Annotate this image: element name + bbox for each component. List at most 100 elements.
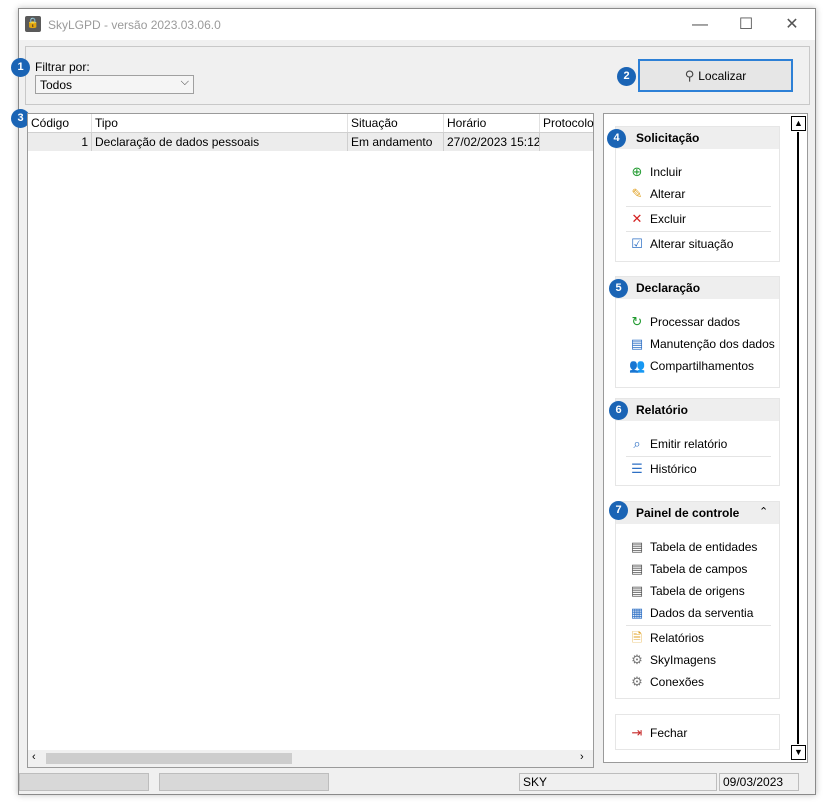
item-label: Tabela de entidades — [650, 540, 758, 554]
status-cell-redacted — [19, 773, 149, 791]
status-user: SKY — [519, 773, 717, 791]
item-label: Conexões — [650, 675, 705, 689]
cell-codigo: 1 — [28, 133, 92, 151]
column-header-horario[interactable]: Horário — [444, 114, 540, 132]
scroll-left-icon[interactable]: ‹ — [32, 751, 36, 763]
column-header-codigo[interactable]: Código — [28, 114, 92, 132]
excluir-item[interactable]: ✕ Excluir — [629, 210, 686, 228]
status-cell-redacted — [159, 773, 329, 791]
pencil-icon: ✎ — [631, 186, 643, 201]
section-header: Relatório — [616, 399, 779, 421]
section-header: Solicitação — [616, 127, 779, 149]
chevron-down-icon: ⌵ — [180, 76, 189, 88]
callout-badge-7: 7 — [609, 501, 628, 520]
filter-select-value: Todos — [40, 78, 73, 92]
item-label: Manutenção dos dados — [650, 337, 775, 351]
section-solicitacao: Solicitação ⊕ Incluir ✎ Alterar ✕ Excluir ☑… — [615, 126, 780, 262]
minimize-button[interactable]: — — [677, 9, 723, 40]
item-label: Alterar situação — [650, 237, 734, 251]
cell-tipo: Declaração de dados pessoais — [92, 133, 348, 151]
table-icon: ▤ — [630, 583, 644, 598]
users-icon: 👥 — [629, 358, 646, 373]
checkbox-icon: ☑ — [631, 236, 643, 251]
main-window: 🔒 SkyLGPD - versão 2023.03.06.0 — ☐ ✕ Fi… — [11, 8, 816, 795]
conexoes-item[interactable]: ⚙ Conexões — [629, 673, 704, 691]
column-header-situacao[interactable]: Situação — [348, 114, 444, 132]
item-label: Fechar — [650, 726, 688, 740]
section-title: Solicitação — [636, 131, 700, 145]
filter-label: Filtrar por: — [35, 60, 90, 74]
gears-icon: ⚙ — [631, 674, 643, 689]
list-icon: ☰ — [631, 461, 643, 476]
relatorios-item[interactable]: 🗎 Relatórios — [629, 629, 704, 647]
report-search-icon: ⌕ — [633, 436, 641, 451]
incluir-item[interactable]: ⊕ Incluir — [629, 163, 682, 181]
collapse-icon[interactable]: ⌃ — [759, 505, 768, 518]
document-icon: ▦ — [630, 605, 644, 620]
item-label: Incluir — [650, 165, 683, 179]
localizar-label: Localizar — [698, 69, 747, 83]
processar-dados-item[interactable]: ↻ Processar dados — [629, 313, 741, 331]
search-icon: ⚲ — [684, 68, 695, 83]
maximize-button[interactable]: ☐ — [723, 9, 769, 40]
compartilhamentos-item[interactable]: 👥 Compartilhamentos — [629, 357, 754, 375]
alterar-item[interactable]: ✎ Alterar — [629, 185, 686, 203]
scroll-down-icon[interactable]: ▼ — [791, 745, 806, 760]
item-label: Dados da serventia — [650, 606, 754, 620]
table-icon: ▤ — [630, 539, 644, 554]
item-label: Emitir relatório — [650, 437, 728, 451]
item-label: Tabela de origens — [650, 584, 745, 598]
item-label: Alterar — [650, 187, 686, 201]
horizontal-scrollbar[interactable]: ‹ › — [28, 750, 593, 767]
historico-item[interactable]: ☰ Histórico — [629, 460, 697, 478]
scroll-track[interactable] — [797, 132, 799, 744]
status-bar: SKY 09/03/2023 — [19, 771, 815, 793]
emitir-relatorio-item[interactable]: ⌕ Emitir relatório — [629, 435, 727, 453]
callout-badge-5: 5 — [609, 279, 628, 298]
scroll-thumb[interactable] — [46, 753, 292, 764]
cell-horario: 27/02/2023 15:12 — [444, 133, 540, 151]
title-bar: 🔒 SkyLGPD - versão 2023.03.06.0 — ☐ ✕ — [19, 9, 815, 40]
divider — [626, 456, 771, 457]
cell-protocolo — [540, 133, 593, 151]
grid-header: Código Tipo Situação Horário Protocolo — [28, 114, 594, 133]
app-lock-icon: 🔒 — [25, 16, 41, 32]
delete-icon: ✕ — [631, 211, 643, 226]
status-date: 09/03/2023 — [719, 773, 799, 791]
tabela-campos-item[interactable]: ▤ Tabela de campos — [629, 560, 748, 578]
tabela-entidades-item[interactable]: ▤ Tabela de entidades — [629, 538, 758, 556]
scroll-up-icon[interactable]: ▲ — [791, 116, 806, 131]
item-label: SkyImagens — [650, 653, 717, 667]
filter-select[interactable]: Todos ⌵ — [35, 75, 194, 94]
document-user-icon: ▤ — [630, 336, 644, 351]
section-title: Declaração — [636, 281, 701, 295]
column-header-protocolo[interactable]: Protocolo — [540, 114, 594, 132]
close-button[interactable]: ✕ — [769, 9, 815, 40]
gears-icon: ⚙ — [631, 652, 643, 667]
cell-situacao: Em andamento — [348, 133, 444, 151]
item-label: Compartilhamentos — [650, 359, 755, 373]
actions-panel: Solicitação ⊕ Incluir ✎ Alterar ✕ Excluir ☑… — [603, 113, 808, 763]
scroll-right-icon[interactable]: › — [580, 751, 584, 763]
requests-grid[interactable]: Código Tipo Situação Horário Protocolo 1… — [27, 113, 594, 768]
callout-badge-4: 4 — [607, 129, 626, 148]
tabela-origens-item[interactable]: ▤ Tabela de origens — [629, 582, 745, 600]
callout-badge-2: 2 — [617, 67, 636, 86]
alterar-situacao-item[interactable]: ☑ Alterar situação — [629, 235, 733, 253]
section-header: Painel de controle ⌃ — [616, 502, 779, 524]
section-header: Declaração — [616, 277, 779, 299]
column-header-tipo[interactable]: Tipo — [92, 114, 348, 132]
manutencao-dados-item[interactable]: ▤ Manutenção dos dados — [629, 335, 775, 353]
vertical-scrollbar[interactable]: ▲ ▼ — [790, 113, 807, 763]
item-label: Excluir — [650, 212, 687, 226]
refresh-icon: ↻ — [631, 314, 643, 329]
item-label: Histórico — [650, 462, 697, 476]
skyimagens-item[interactable]: ⚙ SkyImagens — [629, 651, 716, 669]
dados-serventia-item[interactable]: ▦ Dados da serventia — [629, 604, 754, 622]
table-row[interactable]: 1 Declaração de dados pessoais Em andame… — [28, 133, 593, 151]
localizar-button[interactable]: ⚲ Localizar — [638, 59, 793, 92]
section-title: Painel de controle — [636, 506, 740, 520]
window-title: SkyLGPD - versão 2023.03.06.0 — [48, 18, 221, 32]
fechar-item[interactable]: ⇥ Fechar — [629, 724, 688, 742]
section-painel-controle: Painel de controle ⌃ ▤ Tabela de entidade… — [615, 501, 780, 699]
